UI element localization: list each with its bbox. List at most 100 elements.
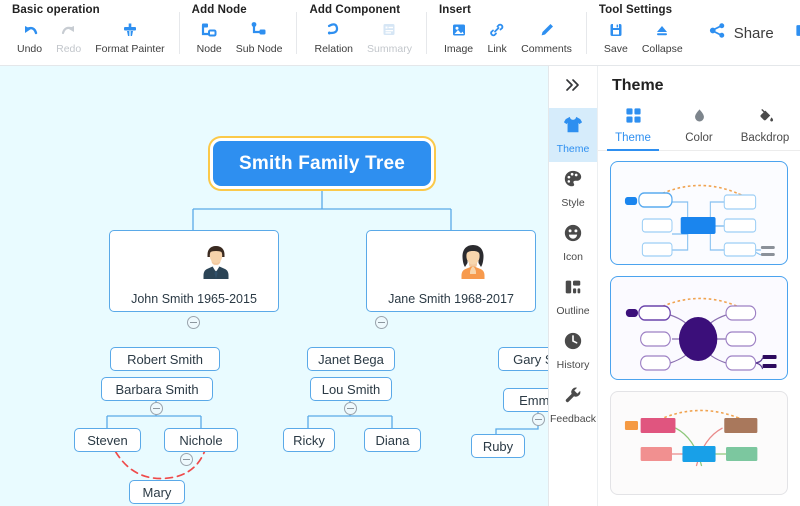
export-button[interactable]: Export	[784, 21, 800, 45]
relation-icon	[324, 19, 344, 41]
node-jane-smith[interactable]: Jane Smith 1968-2017	[366, 230, 536, 312]
add-sub-node-button[interactable]: Sub Node	[229, 18, 290, 55]
node-steven-label: Steven	[87, 432, 128, 448]
mindmap-canvas[interactable]: Smith Family Tree John Smith 1965-2015 J…	[0, 66, 548, 506]
collapse-toggle-nichole[interactable]	[180, 453, 193, 466]
paint-bucket-icon	[757, 107, 774, 129]
theme-list	[598, 151, 800, 495]
toolbar-group-title: Add Component	[309, 4, 401, 16]
insert-image-label: Image	[443, 43, 474, 55]
collapse-icon	[652, 19, 672, 41]
palette-icon	[563, 169, 583, 194]
node-ruby[interactable]: Ruby	[471, 434, 525, 458]
collapse-toggle-emma-p[interactable]	[532, 413, 545, 426]
sidebar-item-outline[interactable]: Outline	[549, 270, 597, 324]
node-emma-p[interactable]: Emma P	[503, 388, 548, 412]
panel-expand-button[interactable]	[549, 66, 597, 108]
node-lou-smith[interactable]: Lou Smith	[310, 377, 392, 401]
share-label: Share	[733, 24, 774, 42]
root-node[interactable]: Smith Family Tree	[213, 141, 431, 186]
image-icon	[449, 19, 469, 41]
add-relation-button[interactable]: Relation	[307, 18, 360, 55]
node-john-smith-label: John Smith 1965-2015	[131, 292, 257, 306]
summary-icon	[379, 19, 399, 41]
share-icon	[708, 21, 727, 45]
node-john-smith[interactable]: John Smith 1965-2015	[109, 230, 279, 312]
theme-preview-purple	[625, 297, 777, 371]
toolbar-group-basic-operation: Basic operation Undo Redo Format Painter	[0, 0, 180, 66]
node-janet-bega[interactable]: Janet Bega	[307, 347, 395, 371]
node-steven[interactable]: Steven	[74, 428, 141, 452]
node-mary[interactable]: Mary	[129, 480, 185, 504]
undo-button[interactable]: Undo	[10, 18, 49, 55]
node-ruby-label: Ruby	[482, 438, 514, 454]
sidebar-item-feedback-label: Feedback	[549, 413, 597, 425]
share-button[interactable]: Share	[698, 21, 784, 45]
node-jane-smith-label: Jane Smith 1968-2017	[388, 292, 514, 306]
node-barbara-smith-label: Barbara Smith	[115, 381, 199, 397]
node-diana[interactable]: Diana	[364, 428, 421, 452]
panel-body: Theme Theme Color Backdrop	[598, 66, 800, 506]
comments-icon	[537, 19, 557, 41]
toolbar-actions: Share Export	[698, 0, 800, 66]
tab-color-label: Color	[685, 132, 713, 144]
node-ricky[interactable]: Ricky	[283, 428, 335, 452]
sidebar-item-feedback[interactable]: Feedback	[549, 378, 597, 432]
add-summary-button[interactable]: Summary	[360, 18, 419, 55]
format-painter-label: Format Painter	[95, 43, 165, 55]
sidebar-item-outline-label: Outline	[556, 305, 590, 317]
tab-theme[interactable]: Theme	[600, 104, 666, 151]
toolbar-group-title: Add Node	[191, 4, 247, 16]
insert-link-label: Link	[487, 43, 507, 55]
add-node-button[interactable]: Node	[190, 18, 229, 55]
tab-color[interactable]: Color	[666, 104, 732, 150]
node-diana-label: Diana	[375, 432, 410, 448]
add-node-label: Node	[196, 43, 222, 55]
sidebar-item-theme[interactable]: Theme	[549, 108, 597, 162]
collapse-toggle-john-smith[interactable]	[187, 316, 200, 329]
save-button[interactable]: Save	[597, 18, 635, 55]
sidebar-item-history[interactable]: History	[549, 324, 597, 378]
node-robert-smith[interactable]: Robert Smith	[110, 347, 220, 371]
collapse-button[interactable]: Collapse	[635, 18, 690, 55]
node-barbara-smith[interactable]: Barbara Smith	[101, 377, 213, 401]
theme-preview-blue	[624, 184, 775, 257]
node-ricky-label: Ricky	[293, 432, 325, 448]
node-icon	[199, 19, 219, 41]
insert-comments-button[interactable]: Comments	[514, 18, 579, 55]
tab-backdrop[interactable]: Backdrop	[732, 104, 798, 150]
panel-rail: Theme Style Icon Outline History Feedbac…	[549, 66, 598, 506]
redo-label: Redo	[56, 43, 82, 55]
theme-card-colorful[interactable]	[610, 391, 788, 495]
theme-card-purple[interactable]	[610, 276, 788, 380]
redo-button[interactable]: Redo	[49, 18, 88, 55]
node-gary-smith-label: Gary Smit	[513, 351, 548, 367]
node-gary-smith[interactable]: Gary Smit	[498, 347, 548, 371]
collapse-toggle-lou-smith[interactable]	[344, 402, 357, 415]
collapse-toggle-barbara-smith[interactable]	[150, 402, 163, 415]
sidebar-item-style[interactable]: Style	[549, 162, 597, 216]
smiley-icon	[563, 223, 583, 248]
redo-icon	[59, 19, 79, 41]
add-relation-label: Relation	[314, 43, 354, 55]
add-summary-label: Summary	[367, 43, 412, 55]
format-painter-button[interactable]: Format Painter	[88, 18, 171, 55]
color-drop-icon	[691, 107, 708, 129]
link-icon	[487, 19, 507, 41]
node-mary-label: Mary	[142, 484, 172, 500]
node-nichole-label: Nichole	[179, 432, 223, 448]
insert-link-button[interactable]: Link	[480, 18, 514, 55]
theme-card-blue[interactable]	[610, 161, 788, 265]
sidebar-item-icon[interactable]: Icon	[549, 216, 597, 270]
node-nichole[interactable]: Nichole	[164, 428, 238, 452]
add-sub-node-label: Sub Node	[235, 43, 283, 55]
toolbar-group-title: Insert	[438, 4, 471, 16]
node-robert-smith-label: Robert Smith	[127, 351, 203, 367]
collapse-label: Collapse	[641, 43, 683, 55]
save-label: Save	[603, 43, 628, 55]
format-painter-icon	[120, 19, 140, 41]
collapse-toggle-jane-smith[interactable]	[375, 316, 388, 329]
insert-image-button[interactable]: Image	[437, 18, 480, 55]
insert-comments-label: Comments	[521, 43, 572, 55]
toolbar: Basic operation Undo Redo Format Painter…	[0, 0, 800, 66]
